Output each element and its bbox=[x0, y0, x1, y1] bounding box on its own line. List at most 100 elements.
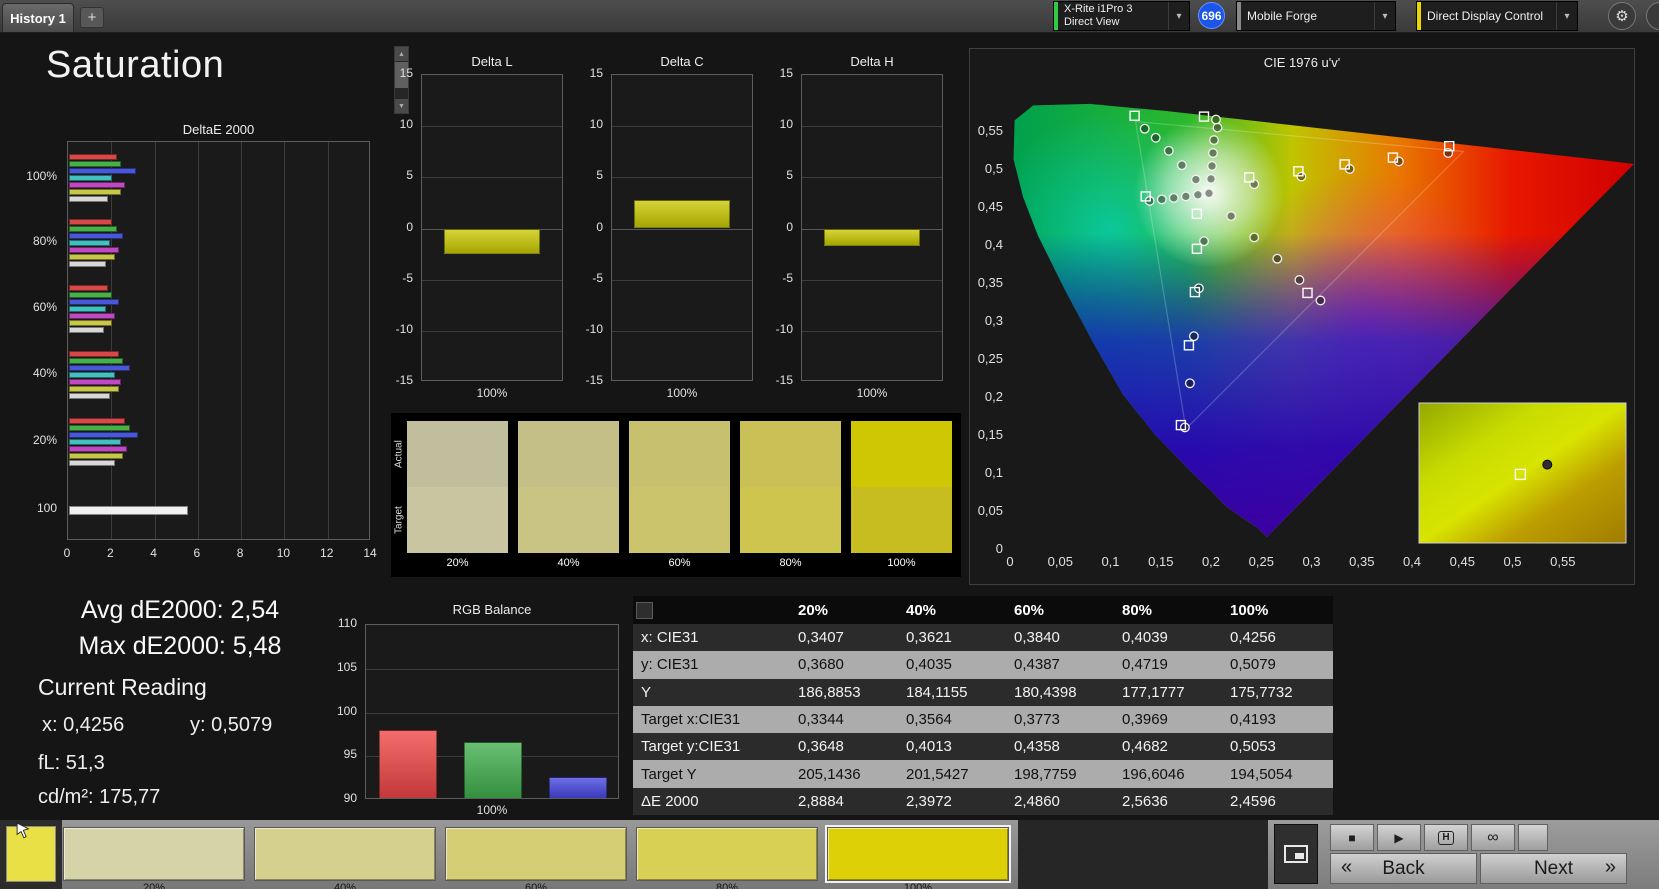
display-pattern-button[interactable] bbox=[1274, 824, 1318, 884]
y-axis-label: 0 bbox=[596, 219, 603, 234]
stop-button[interactable]: ■ bbox=[1330, 824, 1374, 851]
gridline bbox=[111, 142, 112, 539]
deltae2000-plot bbox=[67, 141, 370, 540]
cell-value: 2,4860 bbox=[1014, 792, 1060, 810]
measured-point bbox=[1139, 123, 1150, 134]
source-dropdown[interactable]: Mobile Forge ▾ bbox=[1236, 1, 1396, 31]
pattern-label: 20% bbox=[142, 882, 166, 889]
continuous-read-button[interactable]: ∞ bbox=[1471, 824, 1515, 851]
y-axis-label: 0,2 bbox=[985, 389, 1003, 404]
pattern-mode-button[interactable]: H bbox=[1424, 824, 1468, 851]
de-bar bbox=[69, 439, 121, 445]
meter-dropdown-text: X-Rite i1Pro 3 Direct View bbox=[1058, 2, 1168, 30]
x-axis-label: 10 bbox=[276, 546, 291, 560]
meter-name: X-Rite i1Pro 3 bbox=[1064, 3, 1133, 15]
table-icon[interactable] bbox=[636, 601, 653, 619]
source-dropdown-text: Mobile Forge bbox=[1241, 2, 1374, 30]
de-bar bbox=[69, 351, 119, 357]
deltah-chart: Delta H 100% 15 10 5 0 -5 -10 -15 bbox=[771, 52, 943, 404]
table-row[interactable]: ΔE 2000 2,8884 2,3972 2,4860 2,5636 2,4596 bbox=[633, 787, 1333, 815]
next-button[interactable]: Next » bbox=[1480, 853, 1627, 884]
de-bar bbox=[69, 196, 108, 202]
de-bar bbox=[69, 453, 124, 459]
measured-point bbox=[1249, 232, 1260, 243]
cell-value: 0,3680 bbox=[798, 656, 844, 674]
x-axis-label: 100% bbox=[476, 386, 508, 400]
delta-bar bbox=[444, 228, 540, 255]
rgb-bar bbox=[548, 777, 607, 798]
row-label: x: CIE31 bbox=[641, 629, 699, 647]
measured-point bbox=[1207, 161, 1217, 171]
cell-value: 0,3564 bbox=[906, 710, 952, 728]
chart-title: Delta L bbox=[471, 54, 513, 69]
y-axis-label: 0,35 bbox=[978, 275, 1003, 290]
column-header: 40% bbox=[906, 601, 937, 619]
back-button[interactable]: « Back bbox=[1330, 853, 1477, 884]
plot-area bbox=[801, 74, 943, 381]
pattern-button-20%[interactable] bbox=[63, 827, 245, 881]
de-bar bbox=[69, 285, 108, 291]
chart-title: RGB Balance bbox=[452, 602, 532, 617]
y-axis-label: -5 bbox=[592, 270, 603, 285]
de-bar bbox=[69, 432, 139, 438]
table-row[interactable]: Target Y 205,1436 201,5427 198,7759 196,6046… bbox=[633, 760, 1333, 788]
cie-panel: 0 0,05 0,1 0,15 0,2 0,25 0,3 0,35 0,4 0,45 0,5 0,55… bbox=[969, 48, 1635, 585]
edge-button[interactable] bbox=[1646, 2, 1659, 30]
tab-label: History 1 bbox=[10, 10, 66, 26]
de-bar bbox=[69, 261, 106, 267]
cell-value: 2,3972 bbox=[906, 792, 952, 810]
y-axis-label: -10 bbox=[775, 321, 793, 336]
y-axis-label: 105 bbox=[336, 659, 357, 674]
settings-button[interactable]: ⚙ bbox=[1608, 2, 1636, 30]
table-row[interactable]: x: CIE31 0,3407 0,3621 0,3840 0,4039 0,4256 bbox=[633, 624, 1333, 652]
y-axis-label: 90 bbox=[343, 791, 357, 805]
pattern-label: 80% bbox=[715, 882, 739, 889]
table-row[interactable]: Target x:CIE31 0,3344 0,3564 0,3773 0,3969 0,… bbox=[633, 705, 1333, 734]
pattern-button-60%[interactable] bbox=[445, 827, 627, 881]
tab-history-1[interactable]: History 1 bbox=[2, 3, 74, 32]
de-bar bbox=[69, 254, 115, 260]
pattern-button-100%[interactable] bbox=[825, 825, 1011, 883]
bottom-bar-gap bbox=[1018, 820, 1268, 889]
column-header: 20% bbox=[798, 601, 829, 619]
pattern-label: 60% bbox=[524, 882, 548, 889]
y-axis-label: 10 bbox=[589, 117, 603, 132]
x-axis-label: 100% bbox=[476, 803, 508, 817]
cell-value: 0,3840 bbox=[1014, 629, 1060, 647]
gridline bbox=[366, 668, 618, 670]
y-axis-label: 60% bbox=[32, 300, 57, 314]
y-axis-label: 15 bbox=[399, 66, 413, 80]
current-reading-title: Current Reading bbox=[38, 674, 207, 700]
pattern-button-40%[interactable] bbox=[254, 827, 436, 881]
page-title: Saturation bbox=[46, 44, 225, 86]
add-tab-button[interactable]: + bbox=[80, 7, 104, 28]
cell-value: 0,4035 bbox=[906, 656, 952, 674]
x-axis-label: 0,25 bbox=[1249, 554, 1274, 569]
gridline bbox=[612, 279, 752, 281]
rgb-bar bbox=[464, 742, 522, 798]
y-axis-label: 0,5 bbox=[985, 161, 1003, 176]
swatch-label: 60% bbox=[668, 557, 691, 569]
x-axis-label: 0,1 bbox=[1101, 554, 1119, 569]
table-row[interactable]: Target y:CIE31 0,3648 0,4013 0,4358 0,4682 0,… bbox=[633, 733, 1333, 761]
calman-window: History 1 + X-Rite i1Pro 3 Direct View ▾… bbox=[0, 0, 1659, 889]
de-bar bbox=[69, 446, 128, 452]
x-axis-label: 0,35 bbox=[1349, 554, 1374, 569]
table-row[interactable]: Y 186,8853 184,1155 180,4398 177,1777 175,773… bbox=[633, 678, 1333, 706]
gridline bbox=[802, 330, 942, 332]
de-bar bbox=[69, 182, 126, 188]
edge-small-button[interactable] bbox=[1518, 824, 1548, 851]
gridline bbox=[612, 177, 752, 179]
pattern-label: 40% bbox=[333, 882, 357, 889]
pattern-button-80%[interactable] bbox=[636, 827, 818, 881]
h-pattern-icon: H bbox=[1438, 830, 1454, 845]
x-axis-label: 14 bbox=[363, 546, 377, 560]
cell-value: 198,7759 bbox=[1014, 765, 1077, 783]
meter-dropdown[interactable]: X-Rite i1Pro 3 Direct View ▾ bbox=[1053, 1, 1190, 31]
measured-point bbox=[1156, 194, 1167, 205]
current-x: x: 0,4256 bbox=[42, 714, 125, 736]
display-control-dropdown[interactable]: Direct Display Control ▾ bbox=[1416, 1, 1578, 31]
table-row[interactable]: y: CIE31 0,3680 0,4035 0,4387 0,4719 0,5079 bbox=[633, 651, 1333, 679]
measured-point bbox=[1272, 253, 1283, 264]
play-button[interactable]: ▶ bbox=[1377, 824, 1421, 851]
